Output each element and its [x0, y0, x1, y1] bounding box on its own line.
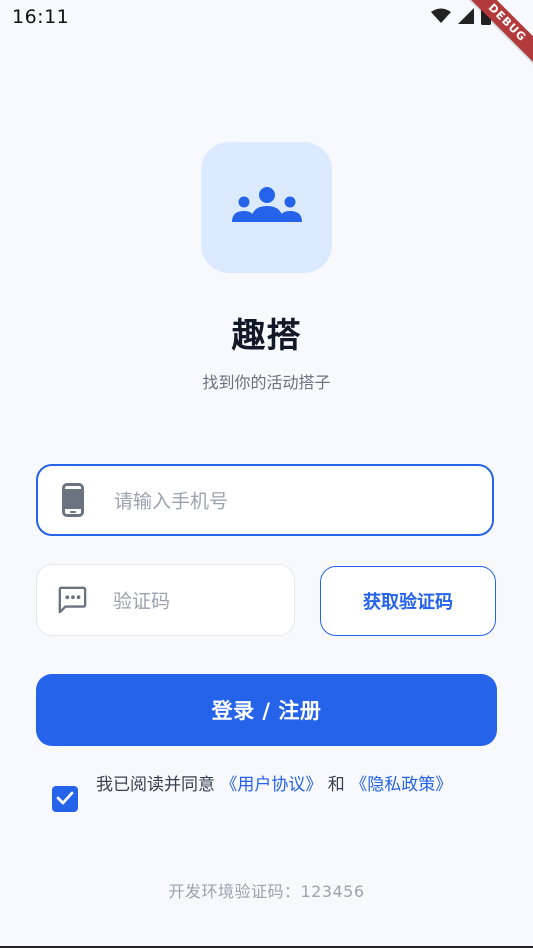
message-icon — [57, 583, 87, 617]
user-agreement-link[interactable]: 《用户协议》 — [220, 775, 322, 795]
check-icon — [56, 790, 74, 809]
agreement-and: 和 — [322, 775, 351, 795]
agreement-text: 我已阅读并同意 《用户协议》 和 《隐私政策》 — [96, 770, 476, 800]
dev-code-note: 开发环境验证码：123456 — [168, 882, 365, 901]
privacy-policy-link[interactable]: 《隐私政策》 — [350, 775, 452, 795]
code-placeholder: 验证码 — [113, 590, 171, 613]
group-icon — [231, 186, 303, 230]
status-bar: 16:11 DEBUG — [0, 0, 533, 72]
agreement-prefix: 我已阅读并同意 — [96, 775, 221, 795]
get-code-button[interactable]: 获取验证码 — [320, 566, 496, 636]
verification-code-input[interactable]: 验证码 — [36, 564, 295, 636]
wifi-icon — [431, 8, 451, 28]
phone-input[interactable]: 请输入手机号 — [36, 464, 494, 536]
signal-icon — [457, 7, 475, 29]
app-title: 趣搭 — [231, 316, 302, 356]
login-register-button[interactable]: 登录 / 注册 — [36, 674, 497, 746]
app-subtitle: 找到你的活动搭子 — [202, 373, 331, 392]
agreement-checkbox[interactable] — [52, 786, 78, 812]
smartphone-icon — [58, 483, 88, 517]
status-time: 16:11 — [12, 6, 70, 28]
app-logo — [201, 142, 332, 273]
phone-placeholder: 请输入手机号 — [114, 490, 229, 513]
